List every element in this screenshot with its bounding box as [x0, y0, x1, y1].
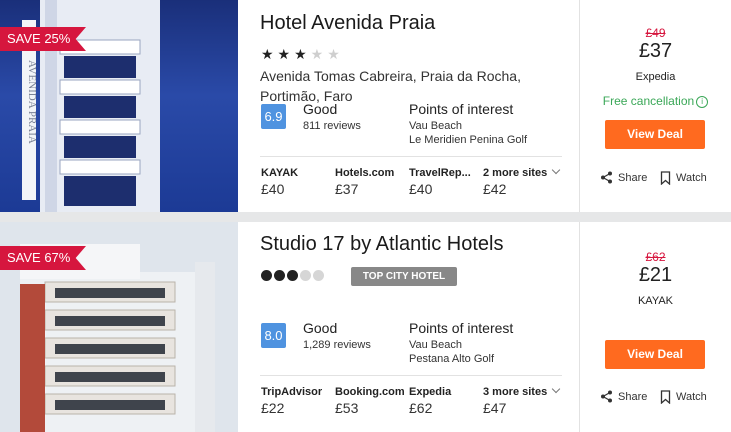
site-price[interactable]: £53 — [335, 400, 358, 416]
site-price[interactable]: £37 — [335, 181, 358, 197]
old-price: £49 — [645, 26, 666, 40]
site-name-kayak[interactable]: KAYAK — [261, 167, 298, 179]
site-name-travelrepublic[interactable]: TravelRep... — [409, 167, 471, 179]
more-sites-price[interactable]: £42 — [483, 181, 506, 197]
site-name-expedia[interactable]: Expedia — [409, 386, 451, 398]
hotel-address: Avenida Tomas Cabreira, Praia da Rocha, … — [260, 66, 560, 106]
more-sites-button[interactable]: 2 more sites — [483, 165, 561, 179]
divider — [260, 375, 562, 376]
hotel-name[interactable]: Hotel Avenida Praia — [260, 12, 435, 35]
site-price[interactable]: £22 — [261, 400, 284, 416]
stars-empty: ★★ — [310, 46, 344, 62]
review-count[interactable]: 811 reviews — [303, 120, 361, 132]
share-label: Share — [618, 171, 648, 184]
site-price[interactable]: £40 — [261, 181, 284, 197]
watch-label: Watch — [676, 391, 707, 403]
old-price: £62 — [645, 250, 666, 264]
review-count[interactable]: 1,289 reviews — [303, 339, 371, 351]
site-price[interactable]: £62 — [409, 400, 432, 416]
review-score: 6.9 — [261, 104, 286, 129]
hotel-photo[interactable]: SAVE 67% — [0, 222, 238, 432]
chevron-down-icon — [551, 384, 561, 394]
more-sites-label: 3 more sites — [483, 386, 548, 398]
poi-title: Points of interest — [409, 101, 514, 117]
rating-dot-filled — [274, 270, 285, 281]
site-name-hotels-com[interactable]: Hotels.com — [335, 167, 394, 179]
share-icon — [601, 390, 612, 403]
rating-word: Good — [303, 320, 338, 336]
rating-dot-empty — [300, 270, 311, 281]
site-name-booking-com[interactable]: Booking.com — [335, 386, 405, 398]
hotel-card-avenida-praia: AVENIDA PRAIA SAVE 25% Hotel Avenida Pra… — [0, 0, 731, 212]
best-price[interactable]: £37 — [580, 40, 731, 63]
best-price[interactable]: £21 — [580, 264, 731, 287]
stars-filled: ★★★ — [261, 46, 311, 62]
hotel-name[interactable]: Studio 17 by Atlantic Hotels — [260, 233, 503, 256]
more-sites-price[interactable]: £47 — [483, 400, 506, 416]
divider — [260, 156, 562, 157]
price-provider[interactable]: KAYAK — [580, 295, 731, 307]
hotel-card-studio-17: SAVE 67% Studio 17 by Atlantic Hotels TO… — [0, 222, 731, 432]
site-name-tripadvisor[interactable]: TripAdvisor — [261, 386, 322, 398]
top-city-hotel-badge: TOP CITY HOTEL — [351, 267, 457, 286]
poi-item: Vau Beach — [409, 339, 463, 351]
rating-dot-empty — [313, 270, 324, 281]
watch-button[interactable]: Watch — [660, 390, 707, 404]
rating-word: Good — [303, 101, 338, 117]
share-icon — [601, 171, 612, 184]
save-badge: SAVE 25% — [0, 27, 86, 51]
chevron-down-icon — [551, 165, 561, 175]
view-deal-button[interactable]: View Deal — [605, 340, 705, 369]
poi-item: Le Meridien Penina Golf — [409, 134, 528, 146]
bookmark-icon — [660, 171, 671, 185]
rating-dot-filled — [287, 270, 298, 281]
hotel-photo[interactable]: AVENIDA PRAIA SAVE 25% — [0, 0, 238, 212]
share-button[interactable]: Share — [600, 390, 647, 403]
free-cancellation-label: Free cancellation — [602, 94, 695, 108]
more-sites-button[interactable]: 3 more sites — [483, 384, 561, 398]
watch-label: Watch — [676, 172, 707, 184]
poi-item: Vau Beach — [409, 120, 463, 132]
watch-button[interactable]: Watch — [660, 171, 707, 185]
svg-text:AVENIDA PRAIA: AVENIDA PRAIA — [26, 60, 38, 144]
star-rating: ★★★★★ — [261, 46, 344, 63]
share-button[interactable]: Share — [600, 171, 647, 184]
share-label: Share — [618, 390, 648, 403]
price-provider[interactable]: Expedia — [580, 71, 731, 83]
rating-dots — [261, 270, 324, 281]
poi-title: Points of interest — [409, 320, 514, 336]
rating-dot-filled — [261, 270, 272, 281]
poi-item: Pestana Alto Golf — [409, 353, 494, 365]
view-deal-button[interactable]: View Deal — [605, 120, 705, 149]
bookmark-icon — [660, 390, 671, 404]
address-line-1: Avenida Tomas Cabreira, Praia da Rocha, — [260, 68, 521, 84]
review-score: 8.0 — [261, 323, 286, 348]
site-price[interactable]: £40 — [409, 181, 432, 197]
save-badge: SAVE 67% — [0, 246, 86, 270]
info-icon[interactable]: i — [696, 96, 709, 108]
more-sites-label: 2 more sites — [483, 167, 548, 179]
free-cancellation: Free cancellation i — [580, 94, 731, 108]
